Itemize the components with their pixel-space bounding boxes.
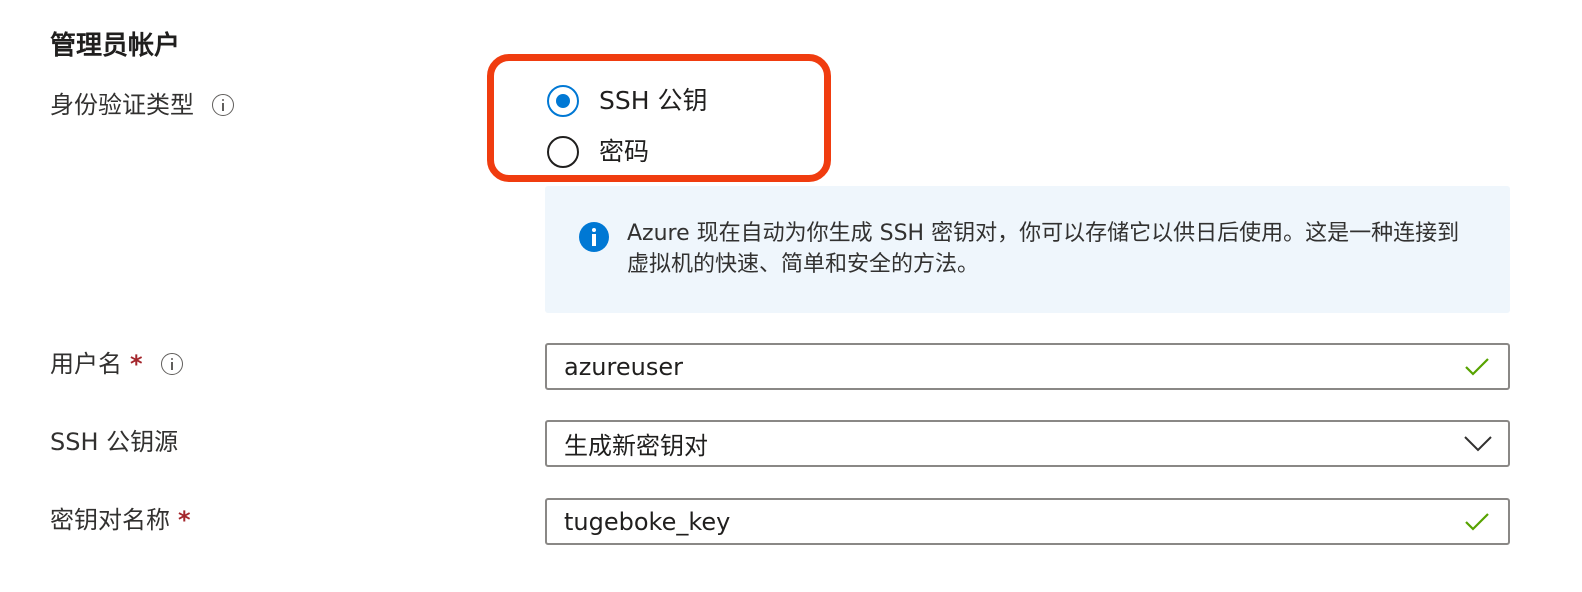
chevron-down-icon	[1464, 435, 1492, 451]
key-pair-name-value[interactable]: tugeboke_key	[564, 508, 1464, 536]
auth-type-label: 身份验证类型	[50, 91, 194, 119]
radio-label-ssh-key: SSH 公钥	[599, 86, 708, 115]
info-icon	[579, 222, 609, 252]
key-pair-name-label: 密钥对名称	[50, 506, 170, 534]
username-label: 用户名	[50, 350, 122, 378]
username-label-row: 用户名 *	[50, 347, 183, 381]
checkmark-icon	[1465, 357, 1489, 376]
ssh-key-source-label-row: SSH 公钥源	[50, 425, 178, 459]
ssh-key-source-label: SSH 公钥源	[50, 428, 179, 456]
auth-type-label-row: 身份验证类型	[50, 88, 234, 122]
auth-type-info-icon[interactable]	[212, 94, 234, 116]
username-info-icon[interactable]	[160, 353, 183, 375]
radio-selected-icon[interactable]	[547, 85, 579, 117]
required-marker: *	[130, 350, 143, 378]
checkmark-icon	[1465, 512, 1489, 531]
annotation-highlight-box	[487, 54, 831, 182]
username-value[interactable]: azureuser	[564, 353, 1464, 381]
required-marker: *	[178, 506, 191, 534]
radio-label-password: 密码	[599, 137, 650, 166]
info-banner: Azure 现在自动为你生成 SSH 密钥对，你可以存储它以供日后使用。这是一种…	[545, 186, 1510, 313]
key-pair-name-label-row: 密钥对名称 *	[50, 503, 191, 537]
ssh-key-source-dropdown[interactable]: 生成新密钥对	[545, 420, 1510, 467]
info-banner-text: Azure 现在自动为你生成 SSH 密钥对，你可以存储它以供日后使用。这是一种…	[627, 221, 1460, 277]
section-title: 管理员帐户	[50, 31, 181, 61]
radio-option-ssh-key[interactable]: SSH 公钥	[547, 84, 707, 118]
username-input[interactable]: azureuser	[545, 343, 1510, 390]
radio-unselected-icon[interactable]	[547, 136, 579, 168]
key-pair-name-input[interactable]: tugeboke_key	[545, 498, 1510, 545]
ssh-key-source-selected: 生成新密钥对	[564, 432, 708, 460]
radio-option-password[interactable]: 密码	[547, 135, 649, 169]
